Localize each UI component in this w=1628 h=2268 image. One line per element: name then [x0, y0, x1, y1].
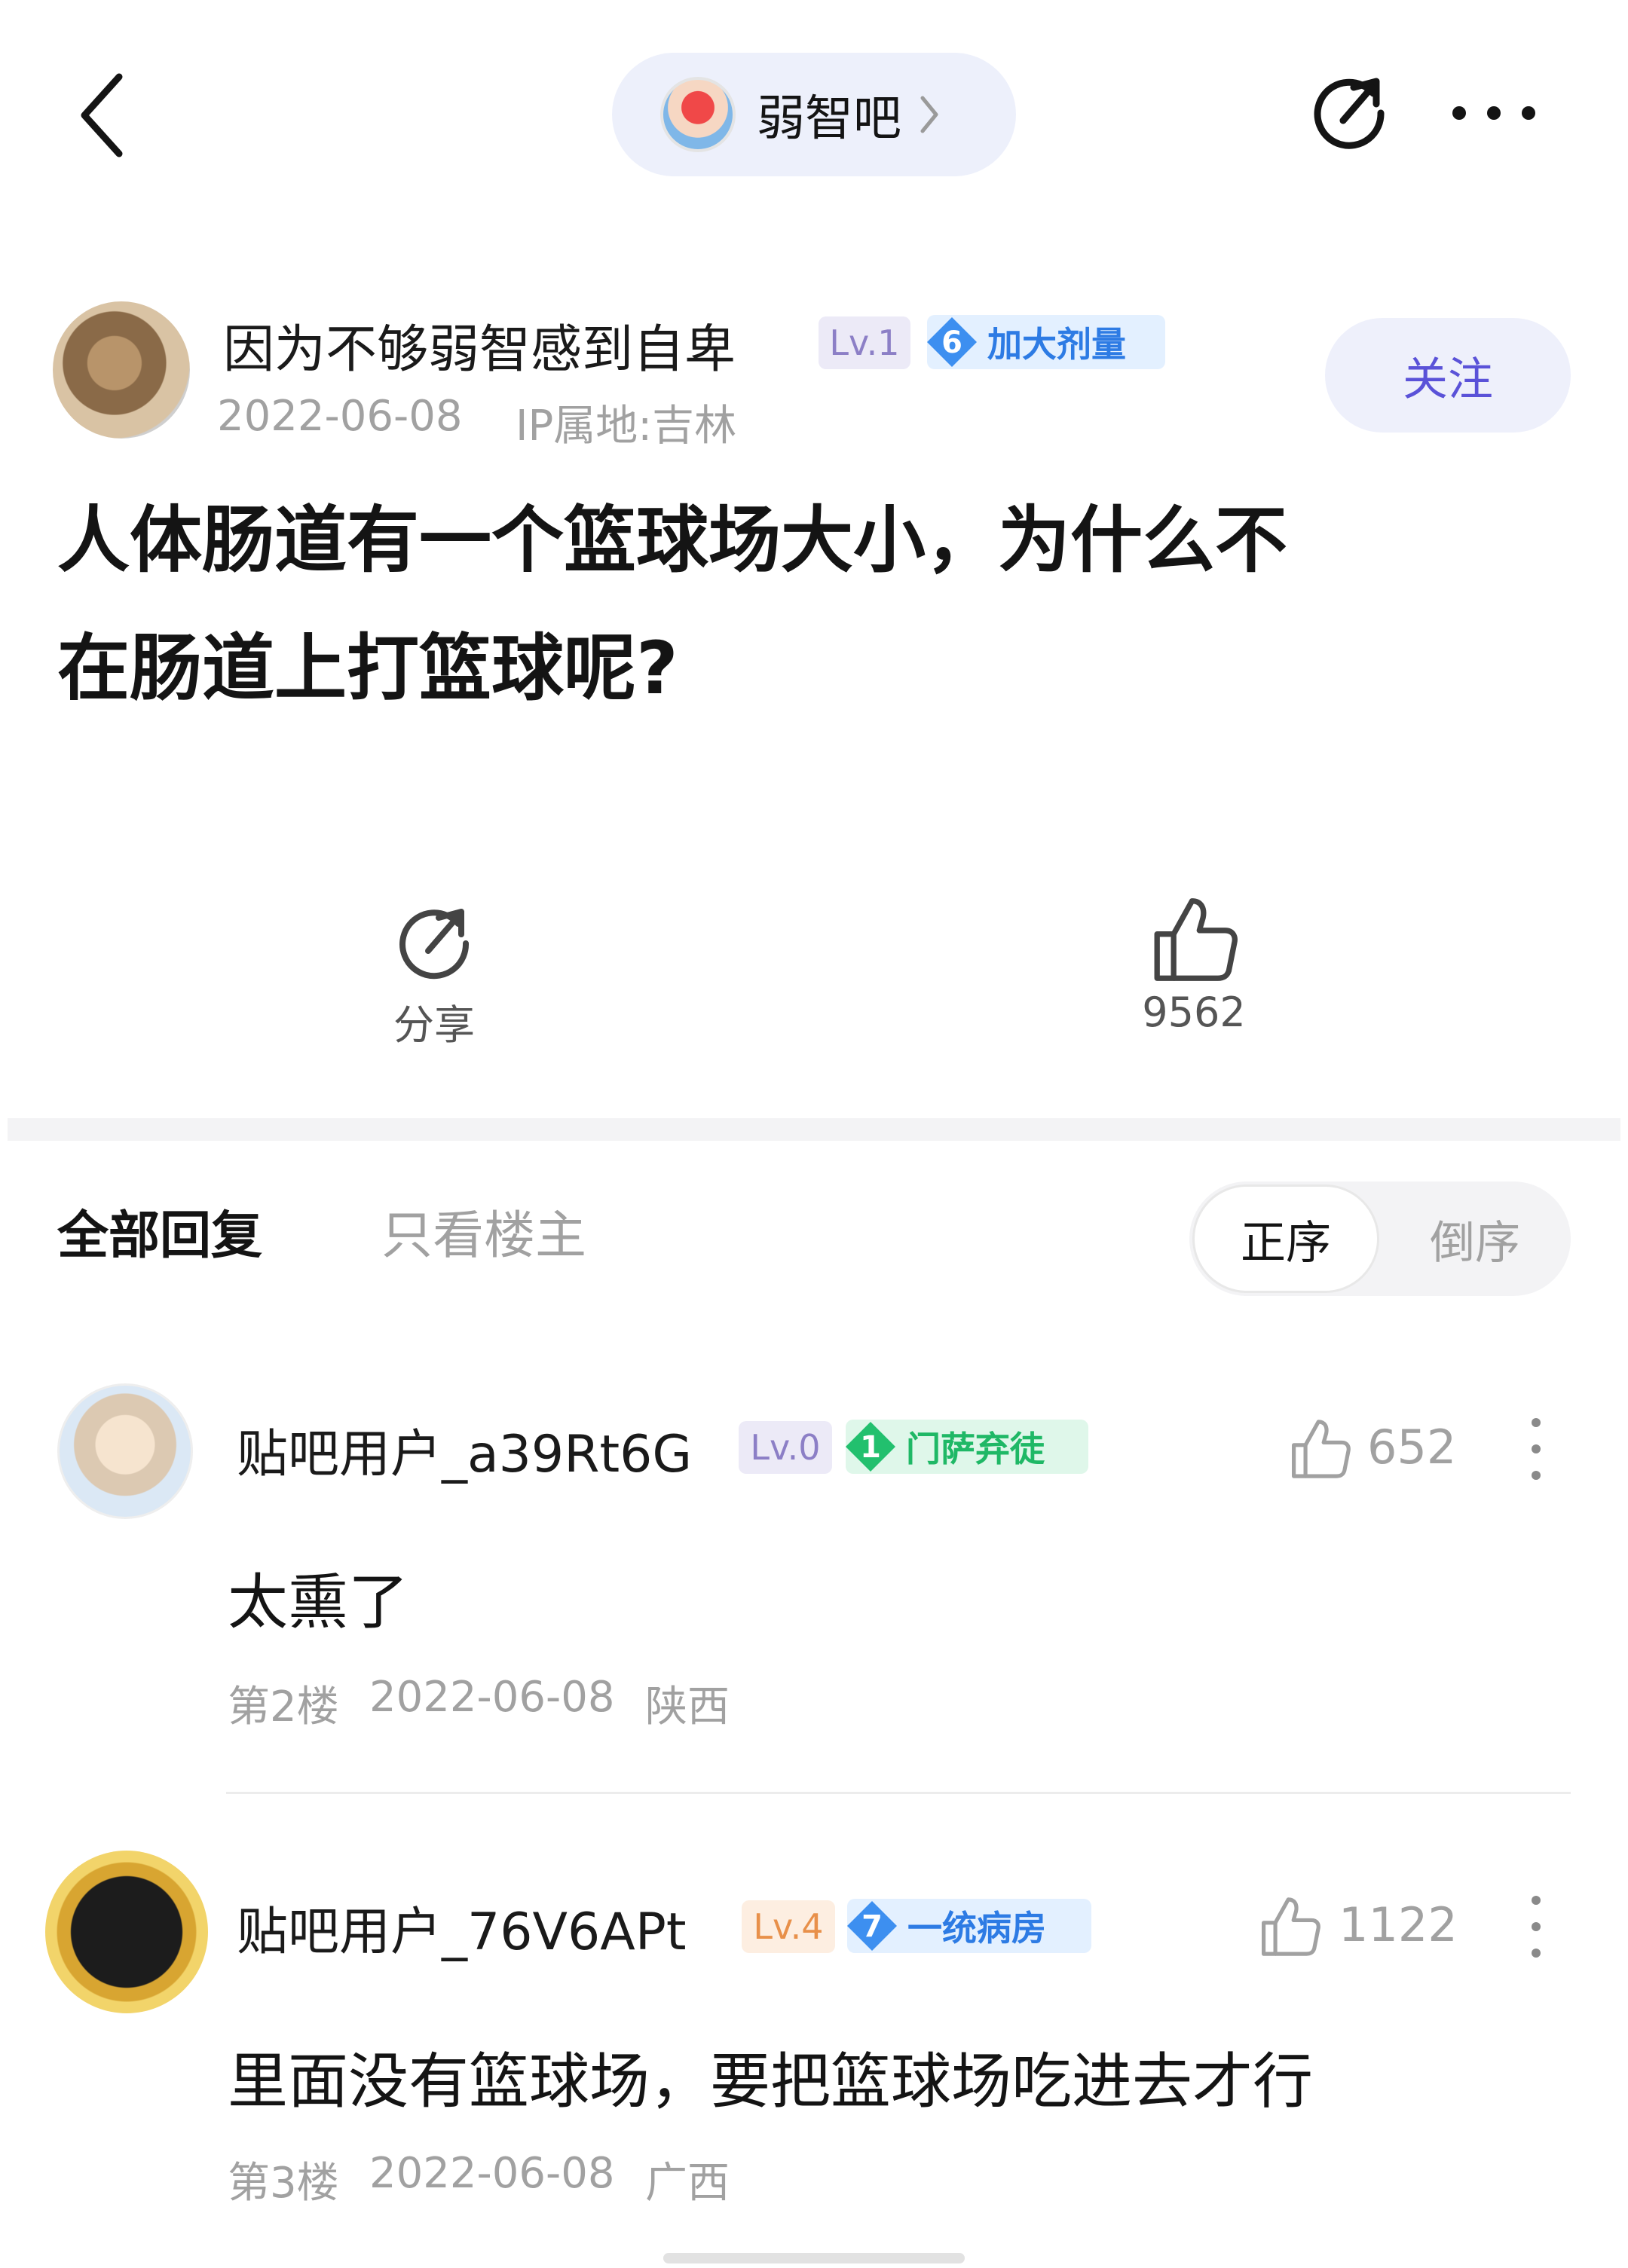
honor-badge: 7 一统病房: [847, 1899, 1091, 1953]
follow-button[interactable]: 关注: [1325, 318, 1571, 433]
post-date: 2022-06-08: [217, 392, 463, 441]
level-badge: Lv.0: [739, 1421, 832, 1474]
avatar[interactable]: [57, 1383, 193, 1519]
post-title: 人体肠道有一个篮球场大小，为什么不 在肠道上打篮球呢?: [57, 476, 1565, 732]
honor-badge-title: 一统病房: [907, 1908, 1046, 1949]
thumbs-up-icon: [1154, 898, 1238, 981]
reply-date: 2022-06-08: [369, 1673, 615, 1722]
tab-all-replies[interactable]: 全部回复: [57, 1194, 262, 1268]
sort-descending-button[interactable]: 倒序: [1382, 1184, 1568, 1293]
post-title-line: 在肠道上打篮球呢?: [57, 626, 678, 711]
thumbs-up-icon[interactable]: [1287, 1417, 1352, 1481]
reply-floor: 第2楼: [228, 1683, 339, 1732]
section-divider: [8, 1118, 1620, 1141]
like-count: 9562: [1142, 989, 1246, 1036]
home-indicator: [663, 2253, 965, 2263]
back-icon[interactable]: [72, 66, 133, 164]
reply-floor: 第3楼: [228, 2159, 339, 2208]
tab-owner-only[interactable]: 只看楼主: [381, 1194, 586, 1268]
avatar[interactable]: [45, 1851, 208, 2013]
honor-badge-level: 1: [860, 1430, 881, 1465]
forum-avatar: [660, 77, 736, 152]
reply-username[interactable]: 贴吧用户_a39Rt6G: [237, 1412, 692, 1487]
honor-badge-level: 7: [861, 1909, 883, 1944]
more-icon[interactable]: [1449, 98, 1539, 128]
more-vertical-icon[interactable]: [1527, 1415, 1545, 1483]
more-vertical-icon[interactable]: [1527, 1893, 1545, 1961]
thumbs-up-icon[interactable]: [1257, 1894, 1322, 1959]
diamond-icon: 7: [847, 1901, 897, 1951]
reply-content: 里面没有篮球场，要把篮球场吃进去才行: [228, 2046, 1313, 2117]
reply-separator: [226, 1792, 1571, 1794]
level-badge: Lv.1: [819, 316, 910, 369]
reply-location: 广西: [645, 2159, 730, 2208]
author-avatar[interactable]: [53, 301, 190, 439]
post-title-line: 人体肠道有一个篮球场大小，为什么不: [57, 498, 1287, 582]
share-action[interactable]: 分享: [321, 901, 547, 1051]
honor-badge-level: 6: [941, 326, 962, 360]
honor-badge-title: 门萨弃徒: [906, 1429, 1045, 1469]
diamond-icon: 1: [846, 1422, 895, 1472]
honor-badge: 6 加大剂量: [927, 315, 1165, 369]
share-icon: [399, 909, 470, 980]
share-icon[interactable]: [1307, 71, 1391, 155]
like-action[interactable]: 9562: [1081, 894, 1307, 1036]
author-name[interactable]: 因为不够弱智感到自卑: [223, 307, 736, 382]
level-badge: Lv.4: [742, 1900, 835, 1953]
reply-like-count: 652: [1367, 1420, 1457, 1475]
reply-location: 陕西: [645, 1683, 730, 1732]
forum-header-pill[interactable]: 弱智吧: [612, 53, 1016, 176]
honor-badge-title: 加大剂量: [987, 324, 1126, 365]
reply-content: 太熏了: [228, 1567, 409, 1637]
reply-date: 2022-06-08: [369, 2149, 615, 2198]
reply-username[interactable]: 贴吧用户_76V6APt: [237, 1890, 687, 1964]
ip-location: IP属地:吉林: [516, 402, 737, 451]
honor-badge: 1 门萨弃徒: [846, 1420, 1088, 1474]
chevron-right-icon: [920, 96, 938, 133]
reply-like-count: 1122: [1339, 1897, 1458, 1952]
sort-ascending-button[interactable]: 正序: [1192, 1184, 1379, 1293]
diamond-icon: 6: [927, 317, 977, 367]
share-label: 分享: [393, 1001, 475, 1049]
forum-name: 弱智吧: [757, 91, 901, 147]
